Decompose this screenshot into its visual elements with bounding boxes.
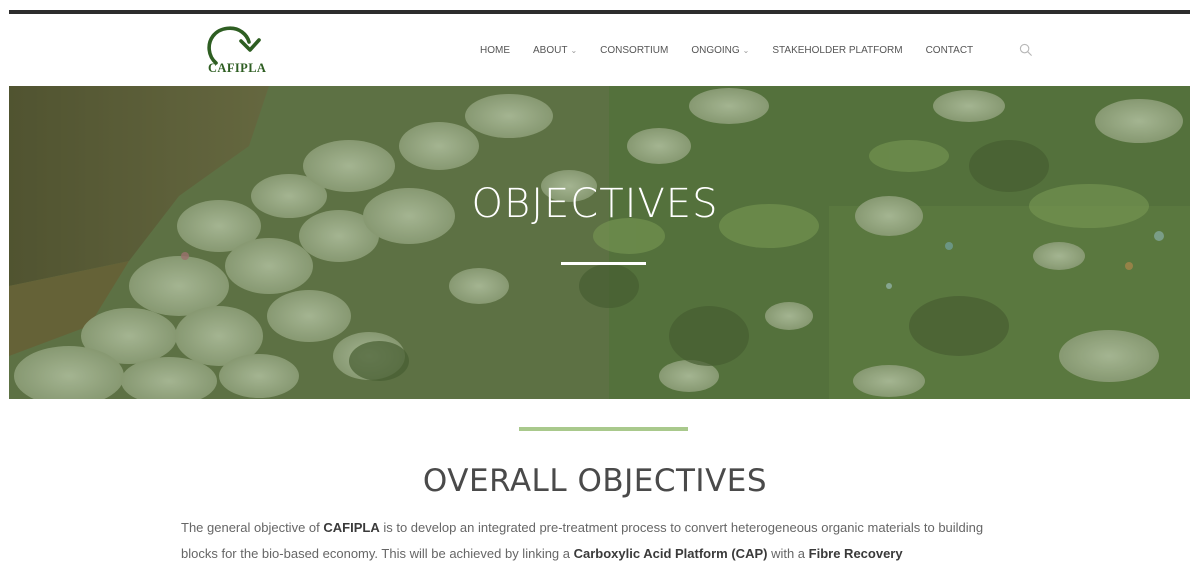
para-bold-cafipla: CAFIPLA <box>323 520 380 535</box>
recycle-arrow-icon <box>207 26 261 65</box>
nav-ongoing-label: ONGOING <box>691 44 740 56</box>
para-bold-fibre: Fibre Recovery <box>808 546 903 561</box>
nav-contact-label: CONTACT <box>925 44 974 56</box>
search-icon[interactable] <box>1019 43 1033 57</box>
main-nav: HOME ABOUT ⌄ CONSORTIUM ONGOING ⌄ STAKEHOL… <box>480 14 996 86</box>
para-text-1: The general objective of <box>181 520 324 535</box>
para-text-3: with a <box>767 546 809 561</box>
hero-title: OBJECTIVES <box>471 181 719 227</box>
nav-home-label: HOME <box>480 44 510 56</box>
logo-text: CAFIPLA <box>208 61 267 75</box>
nav-stakeholder-label: STAKEHOLDER PLATFORM <box>772 44 903 56</box>
hero-divider <box>561 262 646 265</box>
section-title: OVERALL OBJECTIVES <box>422 463 768 499</box>
nav-stakeholder-platform[interactable]: STAKEHOLDER PLATFORM <box>772 45 902 56</box>
hero-green-overlay <box>9 86 1190 399</box>
nav-home[interactable]: HOME <box>480 45 510 56</box>
section-accent-divider <box>519 427 688 431</box>
hero-banner: OBJECTIVES <box>9 86 1190 399</box>
chevron-down-icon: ⌄ <box>570 45 578 55</box>
nav-consortium-label: CONSORTIUM <box>600 44 669 56</box>
nav-about-label: ABOUT <box>533 44 568 56</box>
cafipla-logo[interactable]: CAFIPLA <box>200 26 290 78</box>
nav-consortium[interactable]: CONSORTIUM <box>600 45 668 56</box>
nav-contact[interactable]: CONTACT <box>926 45 974 56</box>
nav-about[interactable]: ABOUT ⌄ <box>533 45 577 56</box>
site-header: CAFIPLA HOME ABOUT ⌄ CONSORTIUM ONGOING ⌄ … <box>0 14 1190 86</box>
nav-ongoing[interactable]: ONGOING ⌄ <box>691 45 749 56</box>
objective-paragraph: The general objective of CAFIPLA is to d… <box>181 515 1021 567</box>
chevron-down-icon: ⌄ <box>742 45 750 55</box>
para-bold-cap: Carboxylic Acid Platform (CAP) <box>573 546 768 561</box>
